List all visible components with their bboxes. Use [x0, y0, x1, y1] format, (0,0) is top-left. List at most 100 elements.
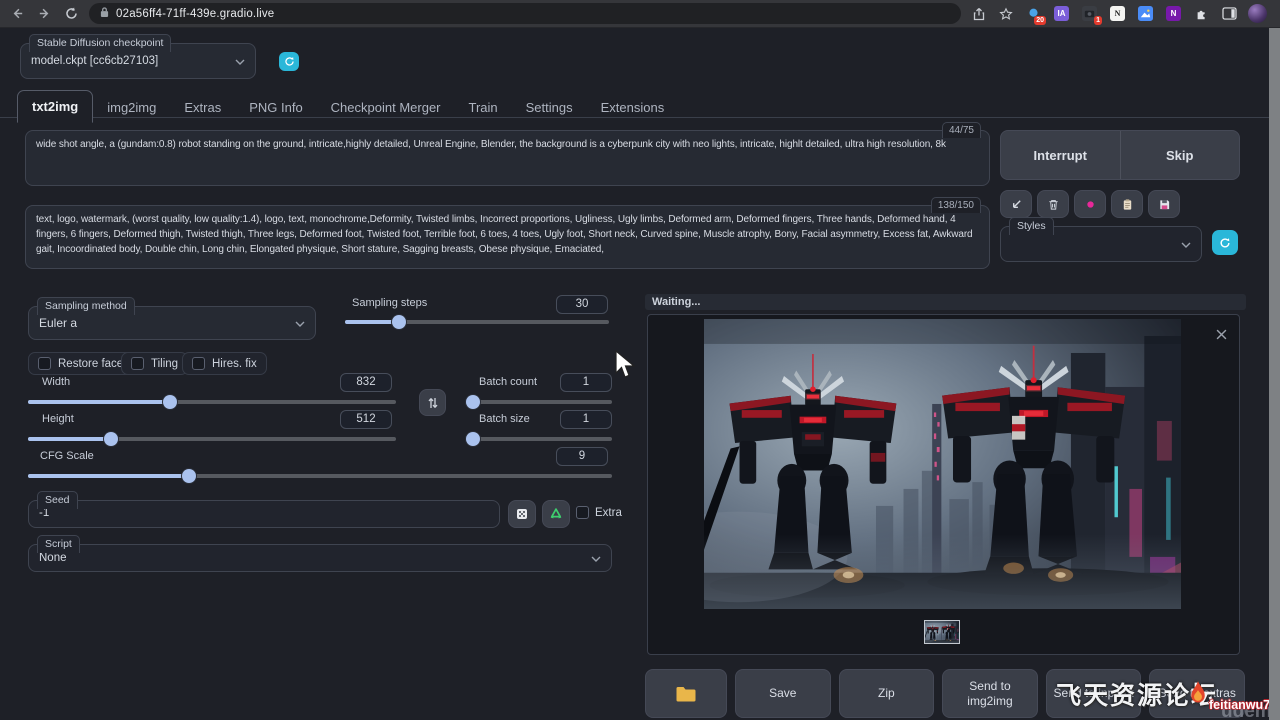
seed-label: Seed	[37, 491, 78, 509]
extension-badge: 20	[1034, 16, 1046, 25]
height-group: Height 512	[28, 412, 396, 448]
cfg-scale-input[interactable]: 9	[556, 447, 608, 466]
batch-count-label: Batch count	[479, 376, 537, 388]
extra-seed-checkbox[interactable]: Extra	[576, 506, 622, 519]
prompt-textarea[interactable]: 44/75 wide shot angle, a (gundam:0.8) ro…	[25, 130, 990, 186]
batch-size-input[interactable]: 1	[560, 410, 612, 429]
extension-capture-icon[interactable]: 1	[1080, 5, 1099, 22]
negative-prompt-textarea[interactable]: 138/150 text, logo, watermark, (worst qu…	[25, 205, 990, 269]
swap-dimensions-button[interactable]	[419, 389, 446, 416]
styles-dropdown[interactable]: Styles	[1000, 226, 1202, 262]
seed-input[interactable]: Seed -1	[28, 500, 500, 528]
bookmark-star-icon[interactable]	[997, 5, 1015, 23]
styles-refresh-button[interactable]	[1212, 230, 1238, 255]
extension-photos-icon[interactable]	[1136, 5, 1155, 22]
clear-prompt-button[interactable]	[1037, 190, 1069, 218]
width-input[interactable]: 832	[340, 373, 392, 392]
tab-checkpoint-merger[interactable]: Checkpoint Merger	[317, 92, 455, 123]
hires-fix-checkbox[interactable]: Hires. fix	[182, 352, 267, 375]
address-bar[interactable]: 02a56ff4-71ff-439e.gradio.live	[89, 3, 961, 24]
chevron-down-icon	[1181, 237, 1191, 251]
tab-txt2img[interactable]: txt2img	[17, 90, 93, 123]
script-value: None	[39, 552, 67, 564]
batch-count-group: Batch count 1	[467, 375, 612, 411]
extension-notion-icon[interactable]: N	[1108, 5, 1127, 22]
extension-badge: 1	[1094, 16, 1102, 25]
tab-train[interactable]: Train	[455, 92, 512, 123]
sampling-steps-input[interactable]: 30	[556, 295, 608, 314]
forward-icon[interactable]	[35, 5, 53, 23]
checkbox-icon	[131, 357, 144, 370]
skip-button[interactable]: Skip	[1121, 131, 1240, 179]
tiling-checkbox[interactable]: Tiling	[121, 352, 188, 375]
pink-dot-icon	[1084, 198, 1097, 211]
interrupt-skip-group: Interrupt Skip	[1000, 130, 1240, 180]
width-slider[interactable]	[28, 400, 396, 404]
close-icon[interactable]	[1216, 327, 1227, 345]
back-icon[interactable]	[8, 5, 26, 23]
arrow-down-left-icon	[1010, 198, 1023, 211]
prompt-tool-row	[1000, 190, 1180, 218]
sampling-steps-label: Sampling steps	[352, 297, 427, 309]
batch-size-slider[interactable]	[467, 437, 612, 441]
folder-icon	[675, 685, 697, 703]
width-group: Width 832	[28, 375, 396, 411]
script-dropdown[interactable]: Script None	[28, 544, 612, 572]
interrupt-button[interactable]: Interrupt	[1001, 131, 1121, 179]
share-icon[interactable]	[970, 5, 988, 23]
floppy-save-icon	[1158, 198, 1171, 211]
mouse-cursor	[614, 350, 636, 380]
prompt-token-counter: 44/75	[942, 122, 981, 138]
extra-networks-button[interactable]	[1074, 190, 1106, 218]
extra-label: Extra	[595, 507, 622, 519]
site-info-lock-icon[interactable]	[100, 5, 109, 23]
browser-menu-icon[interactable]: ⋮	[1276, 6, 1280, 22]
extensions-puzzle-icon[interactable]	[1192, 5, 1211, 22]
prompt-text: wide shot angle, a (gundam:0.8) robot st…	[26, 131, 989, 185]
browser-toolbar: 02a56ff4-71ff-439e.gradio.live 20 IA 1 N…	[0, 0, 1280, 28]
send-to-img2img-button[interactable]: Send to img2img	[942, 669, 1038, 718]
tab-png-info[interactable]: PNG Info	[235, 92, 316, 123]
batch-count-input[interactable]: 1	[560, 373, 612, 392]
tab-extras[interactable]: Extras	[170, 92, 235, 123]
cfg-scale-slider[interactable]	[28, 474, 612, 478]
side-panel-icon[interactable]	[1220, 5, 1239, 22]
save-button[interactable]: Save	[735, 669, 831, 718]
height-slider[interactable]	[28, 437, 396, 441]
flame-icon	[1186, 680, 1210, 707]
cfg-scale-group: CFG Scale 9	[28, 449, 612, 485]
height-input[interactable]: 512	[340, 410, 392, 429]
profile-avatar[interactable]	[1248, 4, 1267, 23]
width-label: Width	[42, 376, 70, 388]
cfg-scale-label: CFG Scale	[40, 450, 94, 462]
checkpoint-dropdown[interactable]: Stable Diffusion checkpoint model.ckpt […	[20, 43, 256, 79]
result-gallery	[647, 314, 1240, 655]
trash-icon	[1047, 198, 1060, 211]
batch-count-slider[interactable]	[467, 400, 612, 404]
checkpoint-refresh-button[interactable]	[279, 52, 299, 71]
reuse-seed-button[interactable]	[542, 500, 570, 528]
checkpoint-value: model.ckpt [cc6cb27103]	[31, 55, 158, 67]
generated-image[interactable]	[704, 319, 1181, 609]
random-seed-button[interactable]	[508, 500, 536, 528]
zip-button[interactable]: Zip	[839, 669, 935, 718]
extension-pin-icon[interactable]: 20	[1024, 5, 1043, 22]
tab-settings[interactable]: Settings	[512, 92, 587, 123]
gallery-thumbnail[interactable]	[924, 620, 960, 644]
sampling-method-dropdown[interactable]: Sampling method Euler a	[28, 306, 316, 340]
apply-style-button[interactable]	[1111, 190, 1143, 218]
tab-img2img[interactable]: img2img	[93, 92, 170, 123]
paste-params-button[interactable]	[1000, 190, 1032, 218]
tiling-label: Tiling	[151, 358, 178, 370]
checkbox-icon	[38, 357, 51, 370]
height-label: Height	[42, 413, 74, 425]
clipboard-icon	[1121, 198, 1134, 211]
open-folder-button[interactable]	[645, 669, 727, 718]
reload-icon[interactable]	[62, 5, 80, 23]
save-style-button[interactable]	[1148, 190, 1180, 218]
extension-ia-icon[interactable]: IA	[1052, 5, 1071, 22]
page-scrollbar[interactable]	[1269, 28, 1280, 720]
extension-onenote-icon[interactable]: N	[1164, 5, 1183, 22]
tab-extensions[interactable]: Extensions	[587, 92, 679, 123]
sampling-steps-slider[interactable]	[345, 320, 609, 324]
